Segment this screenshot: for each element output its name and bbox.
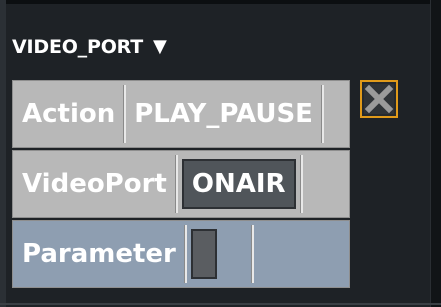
divider xyxy=(123,85,127,143)
parameter-label: Parameter xyxy=(22,239,176,269)
block-header[interactable]: VIDEO_PORT ▼ xyxy=(12,36,167,58)
videoport-row: VideoPort ONAIR xyxy=(12,150,350,218)
action-label: Action xyxy=(22,99,116,129)
bottom-divider xyxy=(0,303,441,305)
divider xyxy=(174,155,178,213)
divider xyxy=(183,225,187,283)
delete-block-button[interactable] xyxy=(360,80,398,118)
videoport-dropdown-value: ONAIR xyxy=(191,169,286,199)
action-value[interactable]: PLAY_PAUSE xyxy=(134,99,313,129)
top-border xyxy=(0,0,441,4)
divider xyxy=(320,85,324,143)
videoport-dropdown[interactable]: ONAIR xyxy=(181,159,296,209)
right-scrollbar[interactable] xyxy=(430,0,441,307)
divider xyxy=(250,225,254,283)
parameter-input[interactable] xyxy=(190,229,217,279)
dropdown-arrow-icon[interactable]: ▼ xyxy=(153,38,167,56)
videoport-label: VideoPort xyxy=(22,169,167,199)
block-title: VIDEO_PORT xyxy=(12,36,143,58)
close-x-icon xyxy=(364,84,394,114)
action-row: Action PLAY_PAUSE xyxy=(12,80,350,148)
parameter-row: Parameter xyxy=(12,220,350,288)
left-border xyxy=(0,0,6,307)
editor-canvas: VIDEO_PORT ▼ Action PLAY_PAUSE VideoPort… xyxy=(0,0,441,307)
divider xyxy=(299,155,303,213)
